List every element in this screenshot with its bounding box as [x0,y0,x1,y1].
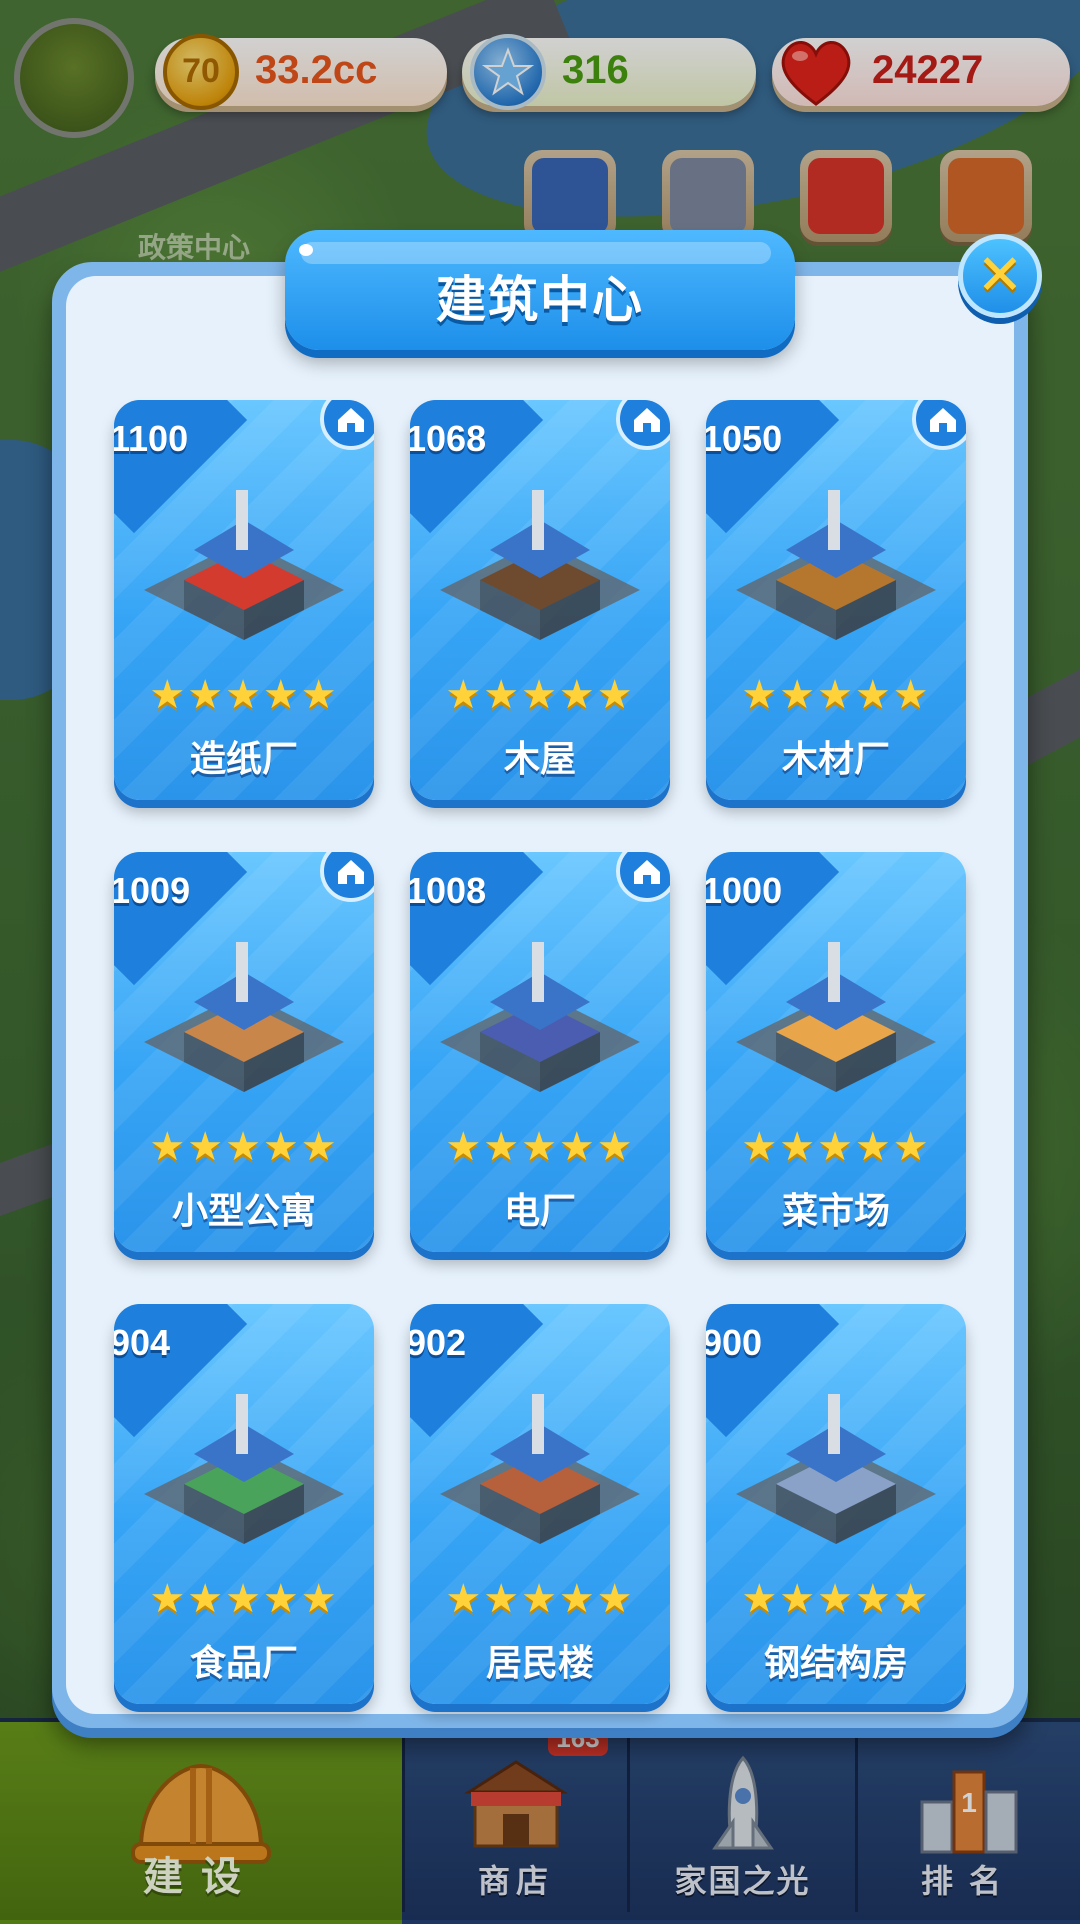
building-score: 1068 [410,418,487,459]
building-name: 造纸厂 [189,739,298,780]
building-illustration [736,942,936,1092]
building-name: 木材厂 [781,739,890,780]
building-illustration [440,942,640,1092]
home-icon[interactable] [616,400,670,450]
building-name: 小型公寓 [171,1191,316,1232]
dialog-title-tab: 建筑中心 [285,230,795,350]
building-score: 1008 [410,870,487,911]
building-illustration [144,1394,344,1544]
building-score: 1050 [706,418,783,459]
building-illustration [736,1394,936,1544]
building-illustration [440,490,640,640]
star-rating: ★★★★★ [741,1124,931,1170]
building-score: 1009 [114,870,191,911]
building-card[interactable]: 1008 ★★★★★ 电厂 [410,852,670,1252]
building-name: 菜市场 [781,1191,890,1232]
building-card[interactable]: 1100 ★★★★★ 造纸厂 [114,400,374,800]
building-name: 钢结构房 [763,1643,908,1684]
star-rating: ★★★★★ [149,1576,339,1622]
home-icon[interactable] [616,852,670,902]
building-name: 居民楼 [485,1643,594,1684]
building-name: 木屋 [503,739,576,780]
building-score: 1100 [114,418,189,459]
close-button[interactable]: ✕ [958,234,1042,318]
building-score: 902 [410,1322,467,1363]
star-rating: ★★★★★ [445,672,635,718]
star-rating: ★★★★★ [445,1576,635,1622]
star-rating: ★★★★★ [149,672,339,718]
building-card[interactable]: 1050 ★★★★★ 木材厂 [706,400,966,800]
building-card[interactable]: 904 ★★★★★ 食品厂 [114,1304,374,1704]
home-icon[interactable] [320,852,374,902]
building-illustration [440,1394,640,1544]
building-card[interactable]: 902 ★★★★★ 居民楼 [410,1304,670,1704]
home-icon[interactable] [320,400,374,450]
home-icon[interactable] [912,400,966,450]
building-name: 食品厂 [189,1643,298,1684]
building-score: 1000 [706,870,783,911]
building-card[interactable]: 900 ★★★★★ 钢结构房 [706,1304,966,1704]
star-rating: ★★★★★ [149,1124,339,1170]
building-score: 900 [706,1322,763,1363]
building-card[interactable]: 1000 ★★★★★ 菜市场 [706,852,966,1252]
building-card[interactable]: 1068 ★★★★★ 木屋 [410,400,670,800]
star-rating: ★★★★★ [741,672,931,718]
building-score: 904 [114,1322,171,1363]
close-icon: ✕ [976,243,1024,308]
building-illustration [736,490,936,640]
building-card[interactable]: 1009 ★★★★★ 小型公寓 [114,852,374,1252]
star-rating: ★★★★★ [445,1124,635,1170]
star-rating: ★★★★★ [741,1576,931,1622]
building-illustration [144,942,344,1092]
building-name: 电厂 [503,1191,576,1232]
dialog-title: 建筑中心 [436,271,644,329]
building-illustration [144,490,344,640]
